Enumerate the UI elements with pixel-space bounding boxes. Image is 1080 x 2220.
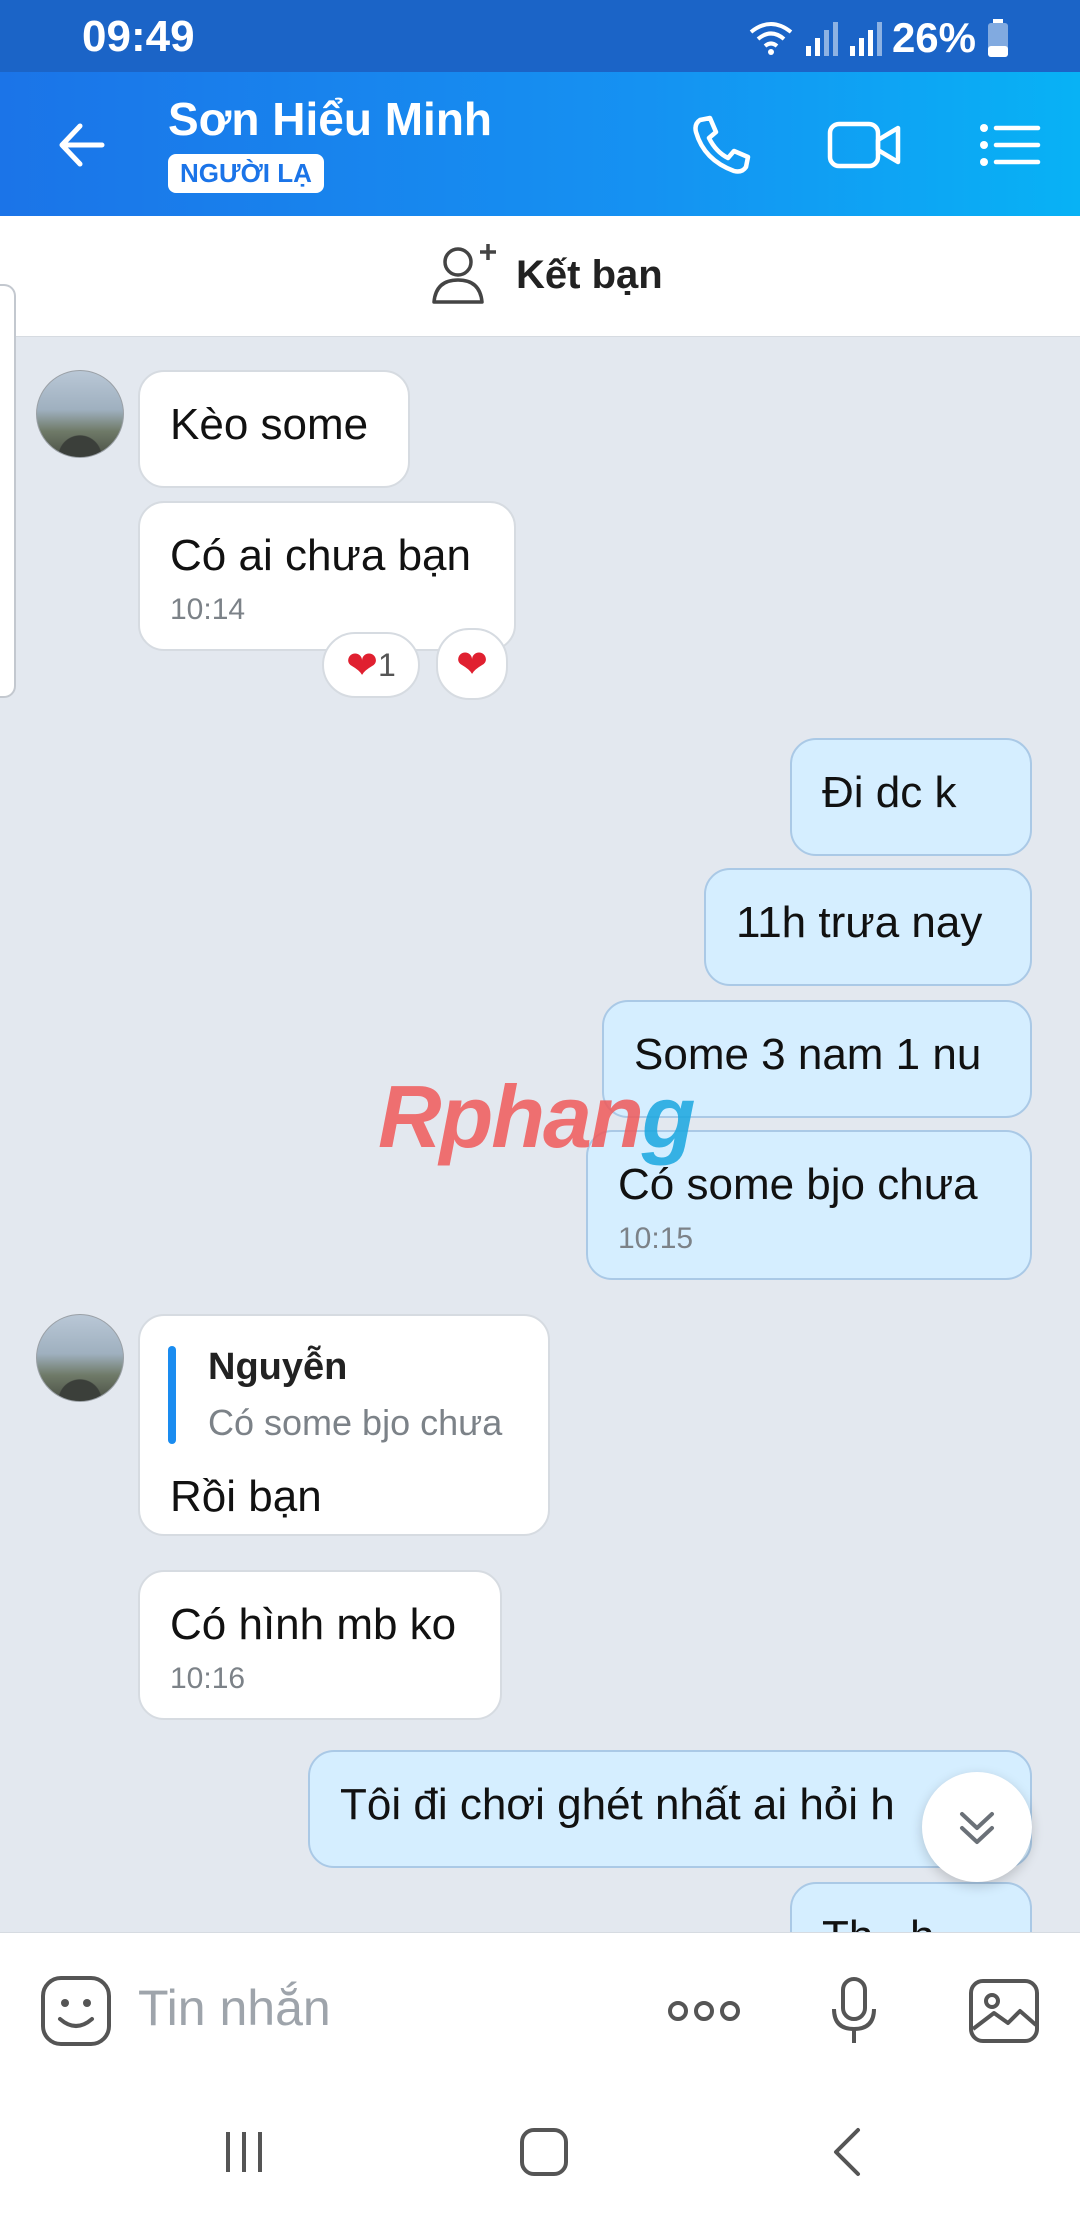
phone-call-icon[interactable]	[686, 110, 756, 180]
add-person-icon	[432, 244, 496, 304]
quote-author: Nguyễn	[208, 1346, 348, 1388]
message-text: Th...h	[822, 1912, 935, 1932]
double-chevron-down-icon	[960, 1812, 994, 1844]
message-text: Đi dc k	[822, 768, 957, 817]
message-text: Có hình mb ko	[170, 1600, 457, 1649]
quote-bar	[168, 1346, 176, 1444]
message-bubble[interactable]: Đi dc k	[790, 738, 1032, 856]
heart-icon: ❤	[456, 643, 488, 686]
status-icons: 26%	[748, 14, 1010, 62]
quote-text[interactable]: Có some bjo chưa	[208, 1402, 502, 1444]
reply-bubble[interactable]: Nguyễn Có some bjo chưa Rồi bạn	[138, 1314, 550, 1536]
message-composer: Tin nhắn	[0, 1932, 1080, 2083]
message-time: 10:16	[170, 1662, 246, 1695]
message-text: Kèo some	[170, 400, 369, 449]
battery-percent: 26%	[891, 14, 976, 61]
message-bubble[interactable]: Th...h	[790, 1882, 1032, 1932]
message-time: 10:15	[618, 1222, 694, 1255]
message-text: Tôi đi chơi ghét nhất ai hỏi h	[340, 1780, 895, 1829]
contact-name[interactable]: Sơn Hiểu Minh	[168, 92, 492, 146]
wifi-icon	[749, 22, 793, 55]
chat-header: Sơn Hiểu Minh NGƯỜI LẠ	[0, 72, 1080, 216]
message-bubble[interactable]: Tôi đi chơi ghét nhất ai hỏi h	[308, 1750, 1032, 1868]
home-icon[interactable]	[514, 2122, 574, 2182]
message-text: Rồi bạn	[170, 1472, 322, 1521]
add-friend-bar: Kết bạn	[0, 216, 1080, 337]
message-time: 10:14	[170, 593, 246, 626]
sticker-emoji-icon[interactable]	[38, 1973, 114, 2049]
message-bubble[interactable]: 11h trưa nay	[704, 868, 1032, 986]
message-text: Có ai chưa bạn	[170, 531, 471, 580]
signal-icon-2	[849, 22, 882, 56]
avatar[interactable]	[36, 370, 124, 458]
image-gallery-icon[interactable]	[966, 1973, 1042, 2049]
back-nav-icon[interactable]	[818, 2122, 878, 2182]
signal-icon	[805, 22, 838, 56]
status-bar: 09:49 26%	[0, 0, 1080, 72]
heart-icon: ❤	[346, 644, 379, 687]
back-arrow-icon[interactable]	[48, 110, 118, 180]
scroll-to-bottom-button[interactable]	[922, 1772, 1032, 1882]
status-time: 09:49	[82, 12, 195, 61]
video-call-icon[interactable]	[826, 110, 904, 180]
watermark-logo: Rphang	[378, 1067, 696, 1166]
add-friend-button[interactable]: Kết bạn	[430, 240, 663, 310]
system-navigation-bar	[0, 2082, 1080, 2220]
stranger-badge: NGƯỜI LẠ	[168, 154, 324, 193]
message-bubble[interactable]: Có hình mb ko 10:16	[138, 1570, 502, 1720]
react-heart-button[interactable]: ❤	[436, 628, 508, 700]
message-text: 11h trưa nay	[736, 898, 983, 947]
reaction-count: 1	[378, 646, 396, 683]
battery-icon	[988, 19, 1008, 57]
message-bubble[interactable]: Kèo some	[138, 370, 410, 488]
reaction-summary[interactable]: ❤ 1	[322, 632, 420, 698]
more-options-icon[interactable]	[664, 1973, 744, 2049]
menu-list-icon[interactable]	[974, 110, 1044, 180]
microphone-icon[interactable]	[816, 1973, 892, 2049]
message-input[interactable]: Tin nhắn	[138, 1979, 331, 2037]
add-friend-label: Kết bạn	[516, 252, 663, 297]
avatar[interactable]	[36, 1314, 124, 1402]
recent-apps-icon[interactable]	[214, 2122, 274, 2182]
